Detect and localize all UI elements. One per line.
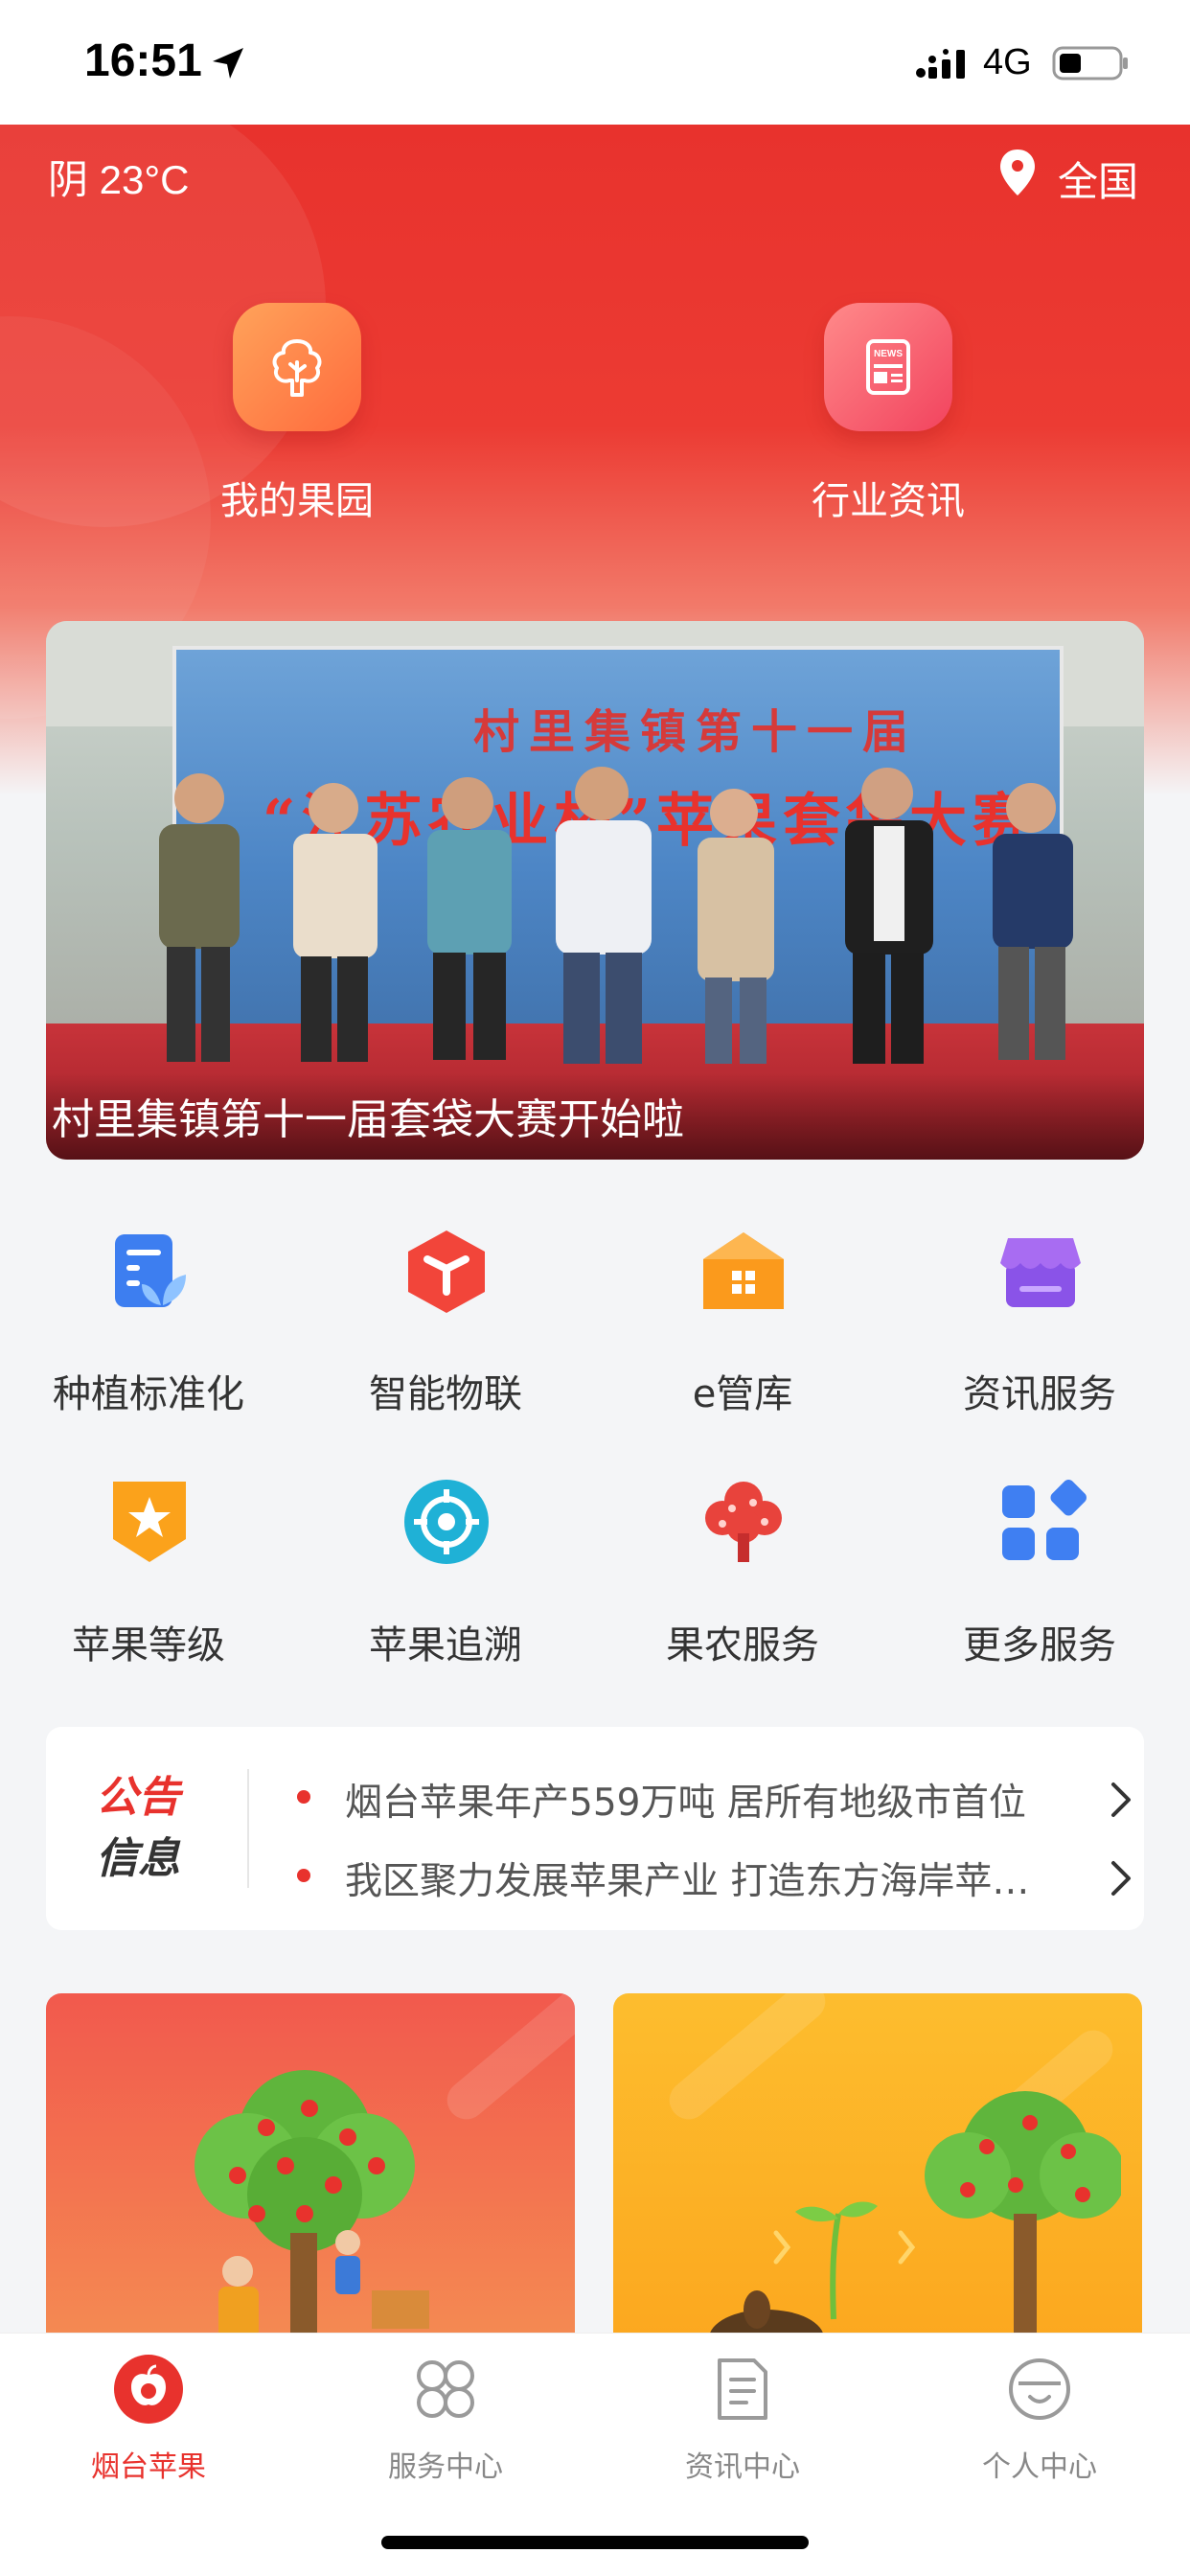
divider: [247, 1769, 249, 1888]
iot-icon: [408, 1230, 485, 1313]
planting-standard-icon: [115, 1234, 186, 1307]
farmer-service-icon: [705, 1482, 782, 1562]
notice-badge-line1: 公告: [96, 1773, 180, 1822]
service-label: 苹果追溯: [369, 1623, 522, 1668]
notice-badge-line2: 信息: [96, 1834, 180, 1883]
smiley-face-icon: [1009, 2358, 1070, 2420]
service-label: 苹果等级: [72, 1623, 225, 1668]
notice-item[interactable]: 烟台苹果年产559万吨 居所有地级市首位: [297, 1769, 1131, 1827]
tab-service-center[interactable]: 服务中心: [297, 2355, 594, 2484]
banner-carousel[interactable]: 村里集镇第十一届 “江苏农业杯”苹果套袋大赛 村里集镇第十一届套袋大赛开始啦: [46, 621, 1144, 1160]
home-indicator[interactable]: [381, 2536, 809, 2549]
service-label: 资讯服务: [963, 1372, 1116, 1416]
industry-news-label[interactable]: 行业资讯: [744, 470, 1032, 525]
chevron-right-icon: [1111, 1861, 1131, 1896]
promo-card-orchard[interactable]: [46, 1993, 575, 2338]
bullet-dot: [297, 1869, 310, 1882]
tab-yantai-apple[interactable]: 烟台苹果: [0, 2355, 297, 2484]
service-label: e管库: [692, 1372, 793, 1416]
service-label: 果农服务: [666, 1623, 819, 1668]
apple-grade-icon: [113, 1482, 186, 1562]
service-label: 种植标准化: [53, 1372, 244, 1416]
news-icon: NEWS: [866, 339, 910, 395]
my-orchard-label[interactable]: 我的果园: [153, 470, 441, 525]
notice-item[interactable]: 我区聚力发展苹果产业 打造东方海岸苹果新名片: [297, 1848, 1131, 1905]
apple-trace-icon: [404, 1480, 489, 1564]
tab-label: 资讯中心: [685, 2450, 800, 2484]
industry-news-button[interactable]: NEWS: [824, 303, 952, 431]
svg-text:NEWS: NEWS: [874, 349, 903, 359]
info-service-icon: [1000, 1238, 1081, 1307]
document-icon: [718, 2358, 767, 2420]
bullet-dot: [297, 1790, 310, 1804]
banner-caption-overlay: 村里集镇第十一届套袋大赛开始啦: [46, 1073, 1144, 1160]
notice-card: 公告 信息 烟台苹果年产559万吨 居所有地级市首位 我区聚力发展苹果产业 打造…: [46, 1727, 1144, 1930]
banner-caption: 村里集镇第十一届套袋大赛开始啦: [52, 1095, 684, 1144]
promo-card-growth[interactable]: [613, 1993, 1142, 2338]
seedling-to-tree-illustration: [709, 2091, 1121, 2338]
tab-label: 服务中心: [388, 2450, 503, 2484]
location-arrow-icon: [213, 48, 243, 79]
service-label: 智能物联: [369, 1372, 522, 1416]
notice-badge: 公告 信息: [96, 1767, 180, 1890]
clover-grid-icon: [417, 2360, 474, 2418]
tab-label: 烟台苹果: [91, 2450, 206, 2484]
location-selector[interactable]: 全国: [1058, 150, 1138, 208]
location-pin-icon[interactable]: [998, 148, 1037, 197]
weather-label: 阴 23°C: [48, 157, 190, 202]
notice-item-text: 我区聚力发展苹果产业 打造东方海岸苹果新名片: [345, 1860, 1054, 1903]
apple-logo-icon: [114, 2355, 183, 2424]
status-time: 16:51: [84, 35, 202, 86]
more-services-icon: [1002, 1480, 1087, 1560]
tab-news-center[interactable]: 资讯中心: [594, 2355, 891, 2484]
notice-item-text: 烟台苹果年产559万吨 居所有地级市首位: [345, 1782, 1026, 1825]
chevron-right-icon: [1111, 1782, 1131, 1817]
battery-icon: [1052, 46, 1128, 80]
warehouse-icon: [703, 1232, 784, 1309]
tab-personal-center[interactable]: 个人中心: [891, 2355, 1188, 2484]
apple-tree-farmer-illustration: [195, 2070, 429, 2338]
tree-icon: [272, 339, 322, 397]
my-orchard-button[interactable]: [233, 303, 361, 431]
network-type: 4G: [983, 42, 1032, 82]
signal-icon: [916, 49, 965, 79]
service-label: 更多服务: [963, 1623, 1116, 1668]
tab-label: 个人中心: [982, 2450, 1097, 2484]
status-bar: 16:51 4G: [0, 0, 1190, 125]
